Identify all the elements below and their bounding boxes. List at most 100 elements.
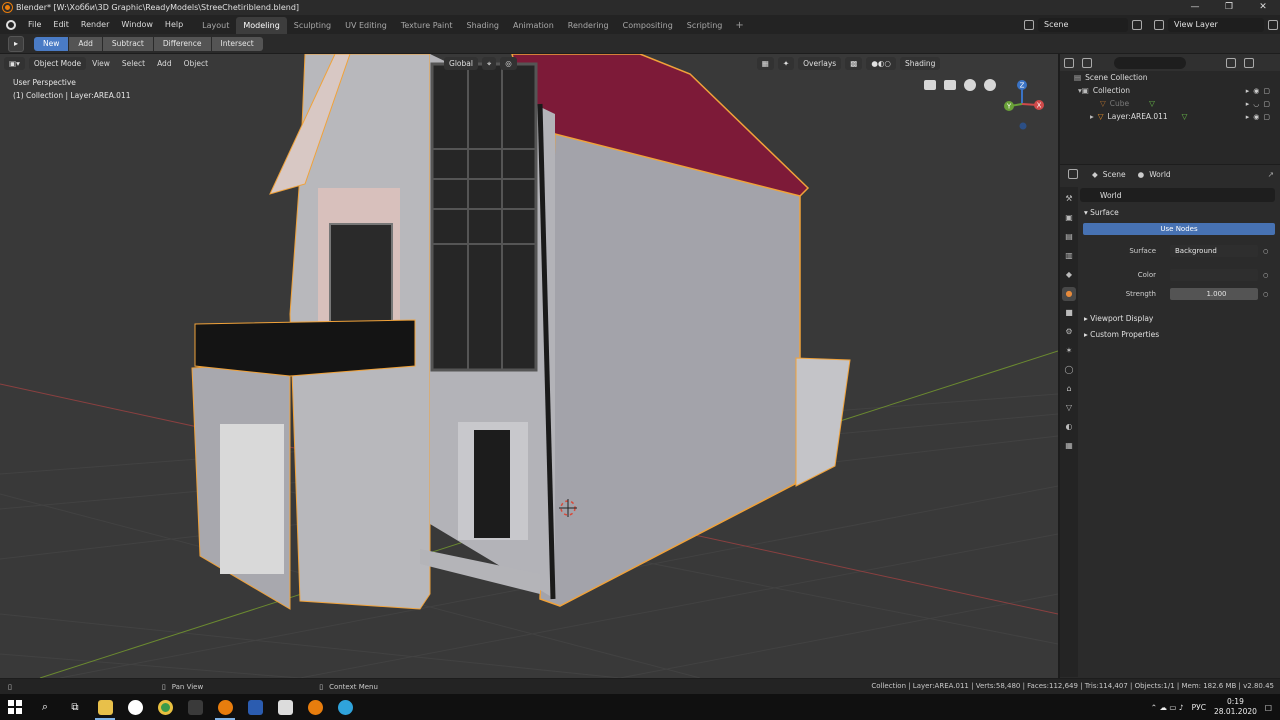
scene-tab-icon[interactable]: ◆	[1062, 268, 1076, 282]
taskbar-calculator[interactable]	[180, 694, 210, 720]
outliner-row-collection[interactable]: ▾▣ Collection ▸◉▢	[1060, 84, 1280, 97]
render-tab-icon[interactable]: ▣	[1062, 211, 1076, 225]
bool-difference-button[interactable]: Difference	[153, 36, 211, 51]
breadcrumb-world[interactable]: World	[1149, 170, 1171, 179]
texture-tab-icon[interactable]: ▦	[1062, 439, 1076, 453]
3d-viewport[interactable]: ▣▾ Object Mode View Select Add Object Gl…	[0, 54, 1058, 678]
strength-socket-icon[interactable]: ○	[1263, 291, 1268, 298]
color-swatch[interactable]	[1170, 269, 1258, 281]
properties-editor-icon[interactable]	[1068, 169, 1078, 179]
tab-rendering[interactable]: Rendering	[561, 17, 616, 34]
tab-scripting[interactable]: Scripting	[680, 17, 730, 34]
menu-file[interactable]: File	[22, 15, 47, 34]
viewport-menu-view[interactable]: View	[86, 59, 116, 68]
view-layer-field[interactable]: View Layer	[1168, 17, 1264, 32]
modifiers-tab-icon[interactable]: ⚙	[1062, 325, 1076, 339]
new-collection-icon[interactable]	[1244, 57, 1254, 68]
zoom-icon[interactable]	[984, 79, 996, 91]
tab-animation[interactable]: Animation	[506, 17, 561, 34]
start-button[interactable]	[0, 694, 30, 720]
clock[interactable]: 0:19 28.01.2020	[1214, 697, 1257, 717]
viewport-menu-add[interactable]: Add	[151, 59, 178, 68]
axis-gizmo[interactable]: Z Y X	[1000, 76, 1050, 132]
menu-help[interactable]: Help	[159, 15, 189, 34]
new-scene-icon[interactable]	[1132, 19, 1142, 30]
tab-sculpting[interactable]: Sculpting	[287, 17, 338, 34]
expand-arrow-icon[interactable]: ▸	[1090, 112, 1094, 121]
new-view-layer-icon[interactable]	[1268, 19, 1278, 30]
bool-add-button[interactable]: Add	[69, 36, 102, 51]
visibility-toggle-icons[interactable]: ▸◡▢	[1246, 100, 1274, 108]
building-right-wall[interactable]	[539, 131, 801, 607]
gizmos-icon[interactable]: ✦	[777, 56, 795, 70]
tab-layout[interactable]: Layout	[195, 17, 236, 34]
bool-intersect-button[interactable]: Intersect	[211, 36, 263, 51]
constraints-tab-icon[interactable]: ⌂	[1062, 382, 1076, 396]
breadcrumb-scene[interactable]: Scene	[1103, 170, 1126, 179]
custom-properties-panel-header[interactable]: ▸ Custom Properties	[1080, 328, 1278, 342]
search-button[interactable]: ⌕	[30, 694, 60, 720]
pan-hand-icon[interactable]	[964, 79, 976, 91]
viewport-display-panel-header[interactable]: ▸ Viewport Display	[1080, 312, 1278, 326]
transform-orientation-dropdown[interactable]: Global	[444, 56, 478, 70]
view-layer-selector[interactable]: View Layer	[1150, 17, 1280, 32]
surface-shader-dropdown[interactable]: Background	[1170, 245, 1258, 257]
surface-socket-icon[interactable]: ○	[1263, 248, 1268, 255]
color-socket-icon[interactable]: ○	[1263, 272, 1268, 279]
scene-name-field[interactable]: Scene	[1038, 17, 1128, 32]
taskbar-photos[interactable]	[270, 694, 300, 720]
bool-subtract-button[interactable]: Subtract	[102, 36, 153, 51]
proportional-edit-icon[interactable]: ◎	[500, 56, 517, 70]
editor-type-button[interactable]: ▣▾	[4, 56, 25, 70]
display-mode-icon[interactable]	[1082, 57, 1092, 68]
tab-shading[interactable]: Shading	[459, 17, 506, 34]
shading-dropdown[interactable]: Shading	[899, 56, 941, 70]
object-tab-icon[interactable]: ■	[1062, 306, 1076, 320]
xray-icon[interactable]: ▩	[845, 56, 863, 70]
toggle-perspective-icon[interactable]	[924, 80, 936, 90]
bool-new-button[interactable]: New	[34, 36, 69, 51]
data-tab-icon[interactable]: ▽	[1062, 401, 1076, 415]
tray-icons[interactable]: ⌃ ☁ ▭ ♪	[1151, 703, 1184, 712]
close-button[interactable]: ✕	[1246, 0, 1280, 15]
material-tab-icon[interactable]: ◐	[1062, 420, 1076, 434]
viewport-menu-select[interactable]: Select	[116, 59, 151, 68]
balcony-railing[interactable]	[194, 319, 416, 377]
maximize-button[interactable]: ❐	[1212, 0, 1246, 15]
use-nodes-button[interactable]: Use Nodes	[1083, 223, 1275, 235]
output-tab-icon[interactable]: ▤	[1062, 230, 1076, 244]
world-datablock-field[interactable]: World	[1080, 188, 1275, 202]
outliner-row-scene-collection[interactable]: ▤ Scene Collection	[1060, 71, 1280, 84]
outliner-search-input[interactable]	[1114, 56, 1186, 69]
particles-tab-icon[interactable]: ✶	[1062, 344, 1076, 358]
shading-modes-icon[interactable]: ●◐○	[866, 56, 896, 70]
menu-edit[interactable]: Edit	[47, 15, 75, 34]
view-object-types-icon[interactable]: ▦	[756, 56, 774, 70]
surface-panel-header[interactable]: ▾ Surface	[1080, 206, 1278, 220]
taskbar-blender[interactable]	[210, 694, 240, 720]
add-workspace-button[interactable]: +	[729, 17, 749, 34]
entrance-door[interactable]	[474, 430, 510, 538]
taskbar-chrome[interactable]	[150, 694, 180, 720]
filter-icon[interactable]	[1226, 57, 1236, 68]
minimize-button[interactable]: —	[1178, 0, 1212, 15]
tab-modeling[interactable]: Modeling	[236, 17, 287, 34]
taskbar-blender-2[interactable]	[300, 694, 330, 720]
overlays-button[interactable]: Overlays	[798, 56, 842, 70]
outliner-editor-icon[interactable]	[1064, 57, 1074, 68]
notifications-icon[interactable]: □	[1265, 703, 1272, 712]
task-view-button[interactable]: ⧉	[60, 694, 90, 720]
scene-selector[interactable]: Scene	[1020, 17, 1146, 32]
taskbar-yandex[interactable]	[120, 694, 150, 720]
visibility-toggle-icons[interactable]: ▸◉▢	[1246, 87, 1274, 95]
object-mode-dropdown[interactable]: Object Mode	[28, 56, 87, 70]
tab-uv-editing[interactable]: UV Editing	[338, 17, 394, 34]
view-layer-tab-icon[interactable]: ▥	[1062, 249, 1076, 263]
menu-window[interactable]: Window	[115, 15, 159, 34]
taskbar-telegram[interactable]	[330, 694, 360, 720]
snap-icon[interactable]: ⌖	[481, 56, 497, 70]
outliner-row-cube[interactable]: ▽ Cube ▽ ▸◡▢	[1060, 97, 1280, 110]
pin-icon[interactable]: ↗	[1268, 170, 1274, 179]
tab-texture-paint[interactable]: Texture Paint	[394, 17, 460, 34]
physics-tab-icon[interactable]: ◯	[1062, 363, 1076, 377]
